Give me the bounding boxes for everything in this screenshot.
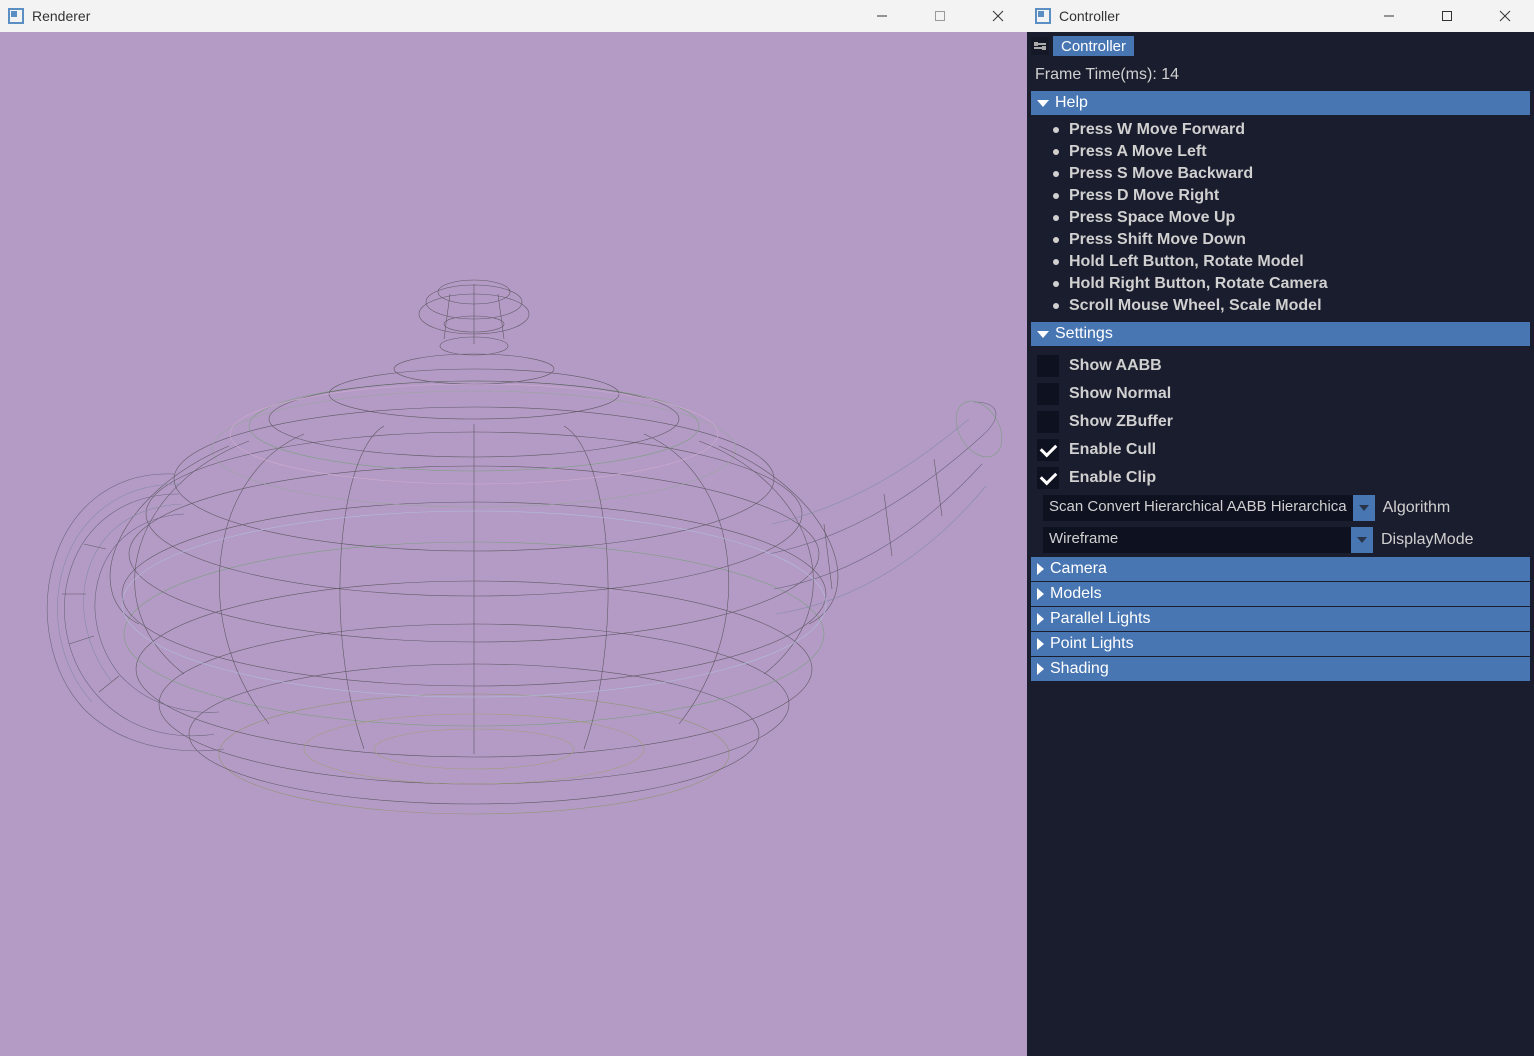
section-camera[interactable]: Camera: [1031, 557, 1530, 581]
section-settings[interactable]: Settings: [1031, 322, 1530, 346]
section-help-label: Help: [1055, 94, 1088, 112]
bullet-icon: [1053, 215, 1059, 221]
section-parallel-lights[interactable]: Parallel Lights: [1031, 607, 1530, 631]
help-item: Press D Move Right: [1053, 185, 1530, 207]
tab-controller[interactable]: Controller: [1053, 36, 1134, 56]
maximize-button[interactable]: [911, 0, 969, 32]
check-show-normal: Show Normal: [1037, 380, 1530, 408]
help-item: Press W Move Forward: [1053, 119, 1530, 141]
help-item: Press Space Move Up: [1053, 207, 1530, 229]
window-controls: [1360, 0, 1534, 32]
dropdown-button[interactable]: [1351, 527, 1373, 553]
app-icon: [8, 8, 24, 24]
check-enable-clip: Enable Clip: [1037, 464, 1530, 492]
chevron-right-icon: [1037, 588, 1044, 600]
renderer-viewport[interactable]: [0, 32, 1027, 1056]
close-button[interactable]: [1476, 0, 1534, 32]
displaymode-label: DisplayMode: [1381, 531, 1473, 549]
maximize-button[interactable]: [1418, 0, 1476, 32]
bullet-icon: [1053, 303, 1059, 309]
teapot-wireframe: [24, 194, 1004, 894]
section-point-lights-label: Point Lights: [1050, 635, 1134, 653]
checkbox[interactable]: [1037, 355, 1059, 377]
section-models-label: Models: [1050, 585, 1102, 603]
help-item: Hold Left Button, Rotate Model: [1053, 251, 1530, 273]
tab-row: Controller: [1031, 36, 1530, 56]
check-show-aabb: Show AABB: [1037, 352, 1530, 380]
help-list: Press W Move Forward Press A Move Left P…: [1031, 115, 1530, 321]
algorithm-label: Algorithm: [1383, 499, 1451, 517]
bullet-icon: [1053, 171, 1059, 177]
controller-window: Controller Controller Frame Time(ms): 14…: [1027, 0, 1534, 1056]
dropdown-button[interactable]: [1353, 495, 1375, 521]
algorithm-select[interactable]: Scan Convert Hierarchical AABB Hierarchi…: [1043, 495, 1375, 521]
displaymode-row: Wireframe DisplayMode: [1037, 524, 1530, 556]
help-item: Press S Move Backward: [1053, 163, 1530, 185]
chevron-down-icon: [1357, 537, 1367, 543]
section-point-lights[interactable]: Point Lights: [1031, 632, 1530, 656]
chevron-down-icon: [1359, 505, 1369, 511]
section-shading[interactable]: Shading: [1031, 657, 1530, 681]
help-item: Scroll Mouse Wheel, Scale Model: [1053, 295, 1530, 317]
chevron-right-icon: [1037, 563, 1044, 575]
section-camera-label: Camera: [1050, 560, 1107, 578]
help-item: Press Shift Move Down: [1053, 229, 1530, 251]
section-help[interactable]: Help: [1031, 91, 1530, 115]
window-controls: [853, 0, 1027, 32]
section-models[interactable]: Models: [1031, 582, 1530, 606]
close-button[interactable]: [969, 0, 1027, 32]
panel-menu-icon[interactable]: [1031, 37, 1049, 55]
renderer-titlebar[interactable]: Renderer: [0, 0, 1027, 32]
chevron-right-icon: [1037, 613, 1044, 625]
section-shading-label: Shading: [1050, 660, 1109, 678]
bullet-icon: [1053, 193, 1059, 199]
displaymode-select[interactable]: Wireframe: [1043, 527, 1373, 553]
bullet-icon: [1053, 149, 1059, 155]
bullet-icon: [1053, 281, 1059, 287]
bullet-icon: [1053, 259, 1059, 265]
section-parallel-lights-label: Parallel Lights: [1050, 610, 1151, 628]
minimize-button[interactable]: [1360, 0, 1418, 32]
section-settings-label: Settings: [1055, 325, 1113, 343]
renderer-window: Renderer: [0, 0, 1027, 1056]
minimize-button[interactable]: [853, 0, 911, 32]
controller-title: Controller: [1059, 8, 1360, 24]
check-show-zbuffer: Show ZBuffer: [1037, 408, 1530, 436]
algorithm-row: Scan Convert Hierarchical AABB Hierarchi…: [1037, 492, 1530, 524]
check-enable-cull: Enable Cull: [1037, 436, 1530, 464]
checkbox[interactable]: [1037, 411, 1059, 433]
chevron-down-icon: [1037, 100, 1049, 107]
help-item: Press A Move Left: [1053, 141, 1530, 163]
frame-time-label: Frame Time(ms): 14: [1031, 60, 1530, 90]
bullet-icon: [1053, 237, 1059, 243]
controller-panel: Controller Frame Time(ms): 14 Help Press…: [1027, 32, 1534, 1056]
bullet-icon: [1053, 127, 1059, 133]
checkbox[interactable]: [1037, 439, 1059, 461]
chevron-right-icon: [1037, 638, 1044, 650]
controller-titlebar[interactable]: Controller: [1027, 0, 1534, 32]
settings-list: Show AABB Show Normal Show ZBuffer Enabl…: [1031, 346, 1530, 556]
checkbox[interactable]: [1037, 467, 1059, 489]
app-icon: [1035, 8, 1051, 24]
checkbox[interactable]: [1037, 383, 1059, 405]
renderer-title: Renderer: [32, 8, 853, 24]
chevron-right-icon: [1037, 663, 1044, 675]
help-item: Hold Right Button, Rotate Camera: [1053, 273, 1530, 295]
chevron-down-icon: [1037, 331, 1049, 338]
